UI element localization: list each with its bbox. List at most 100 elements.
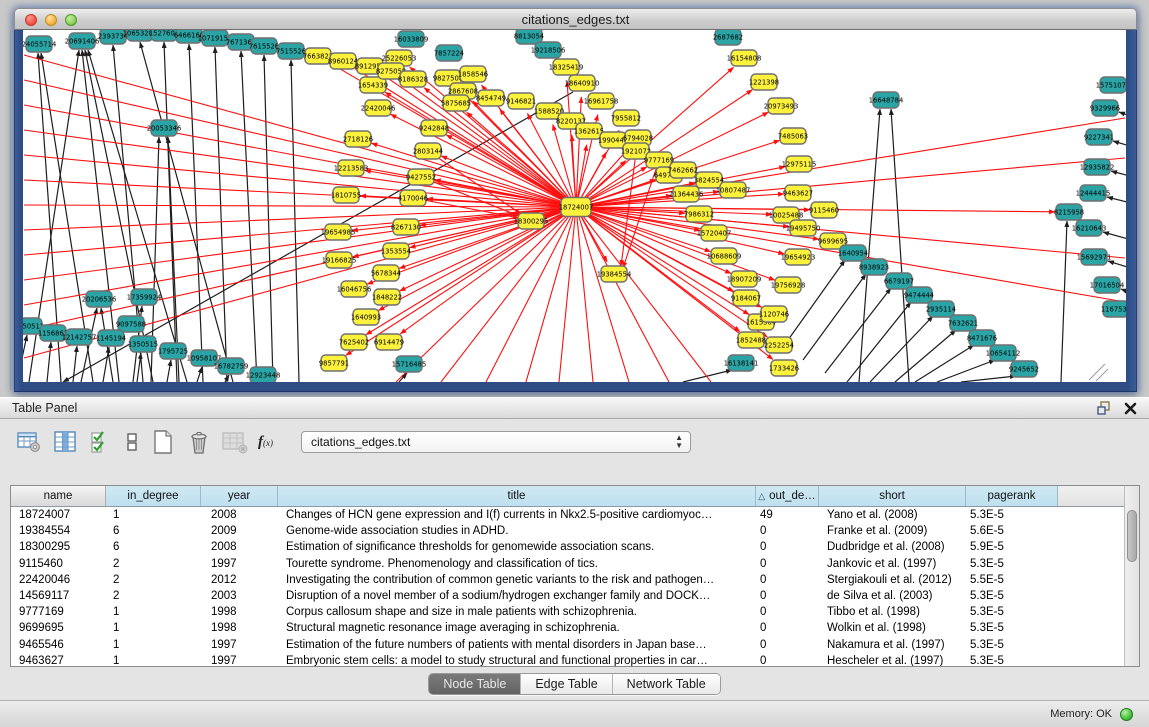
- graph-node[interactable]: 10807487: [716, 182, 751, 198]
- graph-node[interactable]: 12213583: [334, 160, 369, 176]
- graph-node[interactable]: 19756928: [771, 277, 806, 293]
- table-options-icon[interactable]: [16, 429, 42, 455]
- graph-node[interactable]: 1145194: [96, 330, 126, 346]
- graph-node[interactable]: 18325419: [549, 59, 584, 75]
- column-header-out_de[interactable]: △out_de…: [756, 486, 819, 506]
- graph-node[interactable]: 1852488: [736, 332, 766, 348]
- graph-node[interactable]: 1167533: [1101, 301, 1126, 317]
- rows-compact-icon[interactable]: [124, 429, 140, 455]
- graph-node[interactable]: 1848222: [372, 289, 402, 305]
- table-row[interactable]: 1830029562008Estimation of significance …: [11, 539, 1139, 555]
- graph-edge[interactable]: [559, 207, 576, 382]
- table-row[interactable]: 2242004622012Investigating the contribut…: [11, 572, 1139, 588]
- graph-edge[interactable]: [1103, 232, 1126, 242]
- graph-edge[interactable]: [847, 302, 911, 382]
- graph-edge[interactable]: [396, 207, 576, 382]
- graph-node[interactable]: 19384554: [597, 266, 632, 282]
- graph-edge[interactable]: [241, 51, 257, 382]
- graph-node[interactable]: 2803144: [413, 143, 443, 159]
- graph-node[interactable]: 18640910: [565, 75, 600, 91]
- graph-node[interactable]: 8215958: [1054, 204, 1084, 220]
- graph-edge[interactable]: [103, 347, 109, 382]
- graph-node[interactable]: 7615526: [249, 38, 279, 54]
- graph-node[interactable]: 15716485: [392, 356, 427, 372]
- graph-node[interactable]: 21364436: [669, 186, 704, 202]
- graph-edge[interactable]: [197, 367, 202, 382]
- graph-node[interactable]: 1858546: [458, 66, 488, 82]
- graph-node[interactable]: 20973493: [764, 98, 799, 114]
- table-row[interactable]: 911546021997Tourette syndrome. Phenomeno…: [11, 556, 1139, 572]
- graph-node[interactable]: 15751074: [1096, 77, 1126, 93]
- graph-node[interactable]: 12444415: [1076, 185, 1111, 201]
- table-row[interactable]: 1938455462009Genome-wide association stu…: [11, 523, 1139, 539]
- graph-edge[interactable]: [23, 335, 27, 382]
- graph-node[interactable]: 6914479: [374, 334, 404, 350]
- graph-node[interactable]: 7955812: [611, 110, 641, 126]
- graph-edge[interactable]: [895, 330, 956, 382]
- graph-node[interactable]: 17016504: [1090, 277, 1125, 293]
- graph-node[interactable]: 5875685: [441, 95, 471, 111]
- graph-node[interactable]: 1120746: [759, 306, 789, 322]
- float-panel-icon[interactable]: [1097, 401, 1112, 415]
- graph-edge[interactable]: [1108, 261, 1126, 272]
- graph-node[interactable]: 19218506: [531, 42, 566, 58]
- column-header-year[interactable]: year: [201, 486, 278, 506]
- graph-node[interactable]: 7515526: [276, 43, 306, 59]
- graph-node[interactable]: 9463627: [783, 185, 813, 201]
- scrollbar-thumb[interactable]: [1127, 510, 1137, 562]
- row-selection-mode-icon[interactable]: [88, 429, 114, 455]
- graph-node[interactable]: 5678344: [371, 265, 401, 281]
- graph-edge[interactable]: [961, 376, 1016, 382]
- canvas-resize-grip[interactable]: [1089, 364, 1108, 381]
- graph-edge[interactable]: [47, 342, 51, 382]
- graph-node[interactable]: 18907209: [727, 271, 762, 287]
- graph-node[interactable]: 12975115: [782, 156, 817, 172]
- graph-node[interactable]: 2252254: [764, 337, 794, 353]
- window-titlebar[interactable]: citations_edges.txt: [14, 8, 1137, 30]
- graph-node[interactable]: 1733426: [769, 360, 799, 376]
- graph-node[interactable]: 2718126: [343, 131, 373, 147]
- graph-node[interactable]: 9146821: [506, 93, 536, 109]
- graph-node[interactable]: 16210643: [1072, 220, 1107, 236]
- graph-node[interactable]: 18300295: [514, 213, 549, 229]
- graph-edge[interactable]: [1107, 197, 1126, 207]
- graph-node[interactable]: 1795725: [158, 343, 188, 359]
- graph-node[interactable]: 19495750: [786, 220, 821, 236]
- table-row[interactable]: 1456911722003Disruption of a novel membe…: [11, 588, 1139, 604]
- graph-edge[interactable]: [215, 47, 227, 382]
- graph-node[interactable]: 12935822: [1080, 159, 1115, 175]
- graph-node[interactable]: 16648784: [869, 92, 904, 108]
- column-header-in_degree[interactable]: in_degree: [106, 486, 201, 506]
- tab-edge-table[interactable]: Edge Table: [521, 674, 612, 694]
- column-visibility-icon[interactable]: [52, 429, 78, 455]
- graph-node[interactable]: 1810755: [331, 187, 361, 203]
- tab-node-table[interactable]: Node Table: [429, 674, 521, 694]
- graph-node[interactable]: 9245652: [1009, 361, 1039, 377]
- graph-edge[interactable]: [783, 260, 845, 347]
- graph-node[interactable]: 7625402: [339, 334, 369, 350]
- new-table-icon[interactable]: [150, 429, 176, 455]
- graph-node[interactable]: 7632621: [948, 315, 978, 331]
- graph-node[interactable]: 9329966: [1090, 100, 1120, 116]
- graph-node[interactable]: 19654985: [321, 224, 356, 240]
- graph-edge[interactable]: [891, 109, 909, 382]
- memory-status-indicator[interactable]: [1120, 708, 1133, 721]
- table-row[interactable]: 969969511998Structural magnetic resonanc…: [11, 620, 1139, 636]
- graph-node[interactable]: 16961758: [584, 93, 619, 109]
- graph-node[interactable]: 7986312: [684, 206, 714, 222]
- graph-node[interactable]: 16782759: [214, 358, 249, 374]
- graph-node[interactable]: 8454749: [476, 90, 506, 106]
- graph-edge[interactable]: [291, 60, 299, 382]
- graph-node[interactable]: 19654923: [781, 249, 816, 265]
- graph-node[interactable]: 8938923: [859, 259, 889, 275]
- graph-node[interactable]: 12142757: [62, 329, 97, 345]
- graph-node[interactable]: 2935114: [926, 301, 956, 317]
- close-panel-icon[interactable]: [1124, 402, 1137, 415]
- graph-node[interactable]: 16033809: [394, 31, 429, 47]
- graph-node[interactable]: 17359924: [127, 289, 162, 305]
- column-header-name[interactable]: name: [11, 486, 106, 506]
- graph-node[interactable]: 10688609: [707, 248, 742, 264]
- graph-node[interactable]: 9227341: [1084, 129, 1114, 145]
- graph-node[interactable]: 16138141: [724, 355, 759, 371]
- minimize-window-button[interactable]: [45, 14, 57, 26]
